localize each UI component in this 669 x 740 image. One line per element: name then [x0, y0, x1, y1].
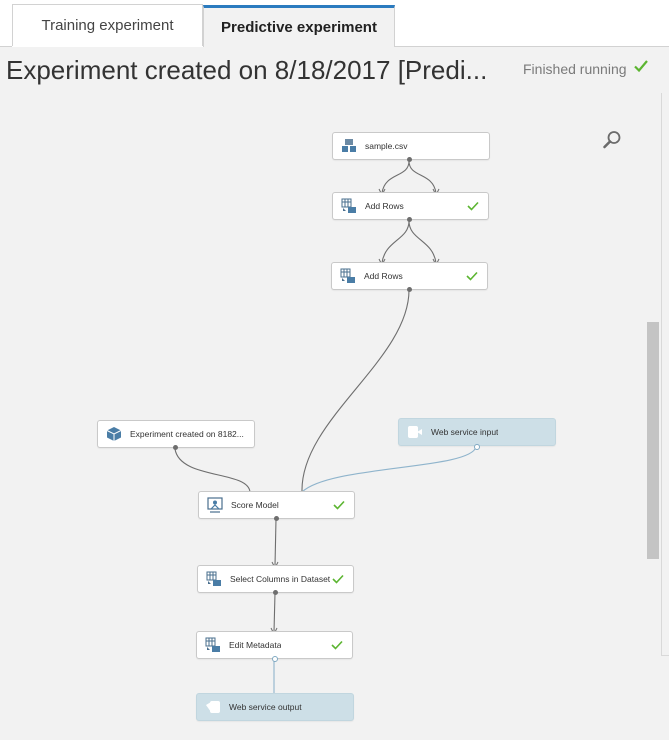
search-icon[interactable]	[602, 130, 622, 150]
module-trained-model[interactable]: Experiment created on 8182...	[97, 420, 255, 448]
table-transform-icon	[205, 637, 220, 652]
module-web-service-input[interactable]: Web service input	[398, 418, 556, 446]
canvas-scrollbar[interactable]	[647, 322, 659, 559]
tab-training-experiment[interactable]: Training experiment	[12, 4, 203, 46]
output-port[interactable]	[407, 157, 412, 162]
completed-check-icon	[467, 201, 479, 211]
module-score-model[interactable]: Score Model	[198, 491, 355, 519]
completed-check-icon	[332, 574, 344, 584]
experiment-title: Experiment created on 8/18/2017 [Predi..…	[6, 55, 488, 85]
module-sample-csv[interactable]: sample.csv	[332, 132, 490, 160]
module-label: Web service input	[431, 427, 499, 437]
tab-bar: Training experiment Predictive experimen…	[0, 0, 669, 47]
module-select-columns[interactable]: Select Columns in Dataset	[197, 565, 354, 593]
module-add-rows-2[interactable]: Add Rows	[331, 262, 488, 290]
completed-check-icon	[466, 271, 478, 281]
output-port[interactable]	[273, 590, 278, 595]
trained-model-icon	[106, 427, 122, 441]
module-label: Add Rows	[364, 271, 403, 281]
canvas-border-foot	[661, 655, 669, 656]
table-transform-icon	[206, 571, 221, 586]
tab-predictive-experiment[interactable]: Predictive experiment	[203, 5, 395, 47]
module-label: Add Rows	[365, 201, 404, 211]
module-label: Edit Metadata	[229, 640, 282, 650]
output-port[interactable]	[272, 656, 278, 662]
output-port[interactable]	[173, 445, 178, 450]
output-port[interactable]	[407, 217, 412, 222]
module-label: Web service output	[229, 702, 302, 712]
completed-check-icon	[331, 640, 343, 650]
module-edit-metadata[interactable]: Edit Metadata	[196, 631, 353, 659]
status-check-icon	[634, 60, 648, 73]
table-transform-icon	[340, 268, 355, 283]
module-label: Score Model	[231, 500, 279, 510]
run-status-text: Finished running	[523, 61, 627, 77]
module-label: Select Columns in Dataset	[230, 574, 331, 584]
web-service-output-icon	[206, 701, 220, 713]
canvas-border	[661, 93, 662, 655]
module-web-service-output[interactable]: Web service output	[196, 693, 354, 721]
table-transform-icon	[341, 198, 356, 213]
output-port[interactable]	[274, 516, 279, 521]
output-port[interactable]	[407, 287, 412, 292]
output-port[interactable]	[474, 444, 480, 450]
web-service-input-icon	[408, 426, 422, 438]
module-label: Experiment created on 8182...	[130, 429, 244, 439]
module-add-rows-1[interactable]: Add Rows	[332, 192, 489, 220]
dataset-icon	[342, 139, 356, 152]
completed-check-icon	[333, 500, 345, 510]
module-label: sample.csv	[365, 141, 408, 151]
score-model-icon	[207, 497, 223, 513]
